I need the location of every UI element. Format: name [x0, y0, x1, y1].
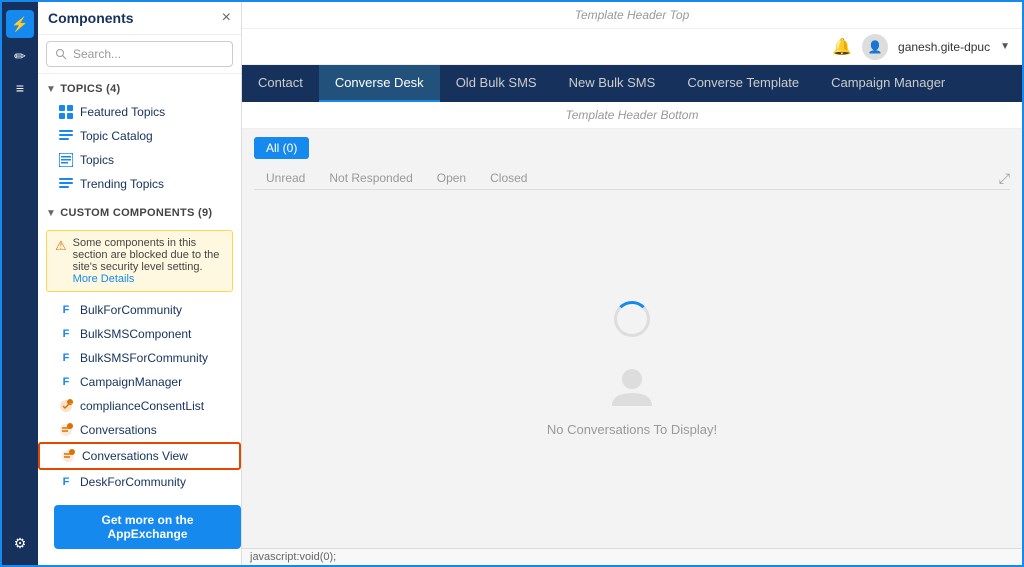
gear-icon: ⚙ — [14, 535, 27, 552]
campaign-manager-item[interactable]: F CampaignManager — [38, 370, 241, 394]
search-input[interactable] — [46, 41, 233, 67]
template-header-top: Template Header Top — [242, 2, 1022, 29]
search-box — [38, 35, 241, 74]
featured-topics-icon — [58, 104, 74, 120]
topic-catalog-label: Topic Catalog — [80, 129, 153, 143]
security-warning: ⚠ Some components in this section are bl… — [46, 230, 233, 292]
trending-topics-item[interactable]: Trending Topics — [38, 172, 241, 196]
top-nav: 🔔 👤 ganesh.gite-dpuc ▼ — [242, 29, 1022, 65]
bulk-sms-component-icon: F — [58, 326, 74, 342]
topics-icon — [58, 152, 74, 168]
conversations-icon — [58, 422, 74, 438]
lightning-icon-btn[interactable]: ⚡ — [6, 10, 34, 38]
bulk-sms-for-community-icon: F — [58, 350, 74, 366]
conversations-view-label: Conversations View — [82, 449, 188, 463]
filter-not-responded[interactable]: Not Responded — [317, 167, 424, 189]
content-toolbar: All (0) — [254, 137, 1010, 159]
edit-icon: ✏ — [14, 48, 26, 65]
user-avatar: 👤 — [862, 34, 888, 60]
bulk-sms-component-label: BulkSMSComponent — [80, 327, 191, 341]
custom-section-label: CUSTOM COMPONENTS (9) — [60, 207, 212, 219]
filter-open[interactable]: Open — [425, 167, 478, 189]
menu-icon-btn[interactable]: ≡ — [6, 74, 34, 102]
filter-unread[interactable]: Unread — [254, 167, 317, 189]
topics-section-header[interactable]: ▼ TOPICS (4) — [38, 78, 241, 100]
expand-icon[interactable]: ⤢ — [999, 170, 1010, 187]
trending-topics-icon — [58, 176, 74, 192]
bell-icon[interactable]: 🔔 — [832, 37, 852, 57]
status-bar: javascript:void(0); — [242, 548, 1022, 565]
person-icon — [607, 361, 657, 411]
warning-icon: ⚠ — [55, 238, 67, 285]
bulk-sms-for-community-label: BulkSMSForCommunity — [80, 351, 208, 365]
sidebar-icon-strip: ⚡ ✏ ≡ ⚙ — [2, 2, 38, 565]
topics-section-label: TOPICS (4) — [60, 83, 120, 95]
desk-for-community-icon: F — [58, 474, 74, 489]
tab-old-bulk-sms[interactable]: Old Bulk SMS — [440, 65, 553, 102]
compliance-consent-list-item[interactable]: → complianceConsentList — [38, 394, 241, 418]
compliance-consent-list-icon: → — [58, 398, 74, 414]
custom-section-header[interactable]: ▼ CUSTOM COMPONENTS (9) — [38, 202, 241, 224]
featured-topics-label: Featured Topics — [80, 105, 165, 119]
panel-title: Components — [48, 10, 134, 26]
bulk-for-community-item[interactable]: F BulkForCommunity — [38, 298, 241, 322]
empty-state-text: No Conversations To Display! — [547, 422, 717, 437]
conversations-view-icon — [60, 448, 76, 464]
featured-topics-item[interactable]: Featured Topics — [38, 100, 241, 124]
avatar-initials: 👤 — [868, 40, 883, 54]
topic-catalog-item[interactable]: Topic Catalog — [38, 124, 241, 148]
topics-chevron: ▼ — [46, 84, 56, 95]
topics-label: Topics — [80, 153, 114, 167]
tab-new-bulk-sms[interactable]: New Bulk SMS — [553, 65, 672, 102]
tab-campaign-manager[interactable]: Campaign Manager — [815, 65, 961, 102]
app-container: ⚡ ✏ ≡ ⚙ Components × ▼ TOPICS (4) — [0, 0, 1024, 567]
appexchange-section: Get more on the AppExchange — [38, 489, 241, 565]
conversations-view-item[interactable]: Conversations View — [38, 442, 241, 470]
lightning-icon: ⚡ — [11, 16, 28, 33]
loading-spinner — [614, 301, 650, 337]
gear-icon-btn[interactable]: ⚙ — [6, 529, 34, 557]
filter-closed[interactable]: Closed — [478, 167, 539, 189]
compliance-consent-list-label: complianceConsentList — [80, 399, 204, 413]
tab-navigation: Contact Converse Desk Old Bulk SMS New B… — [242, 65, 1022, 102]
tab-converse-desk[interactable]: Converse Desk — [319, 65, 440, 102]
filter-tabs: Unread Not Responded Open Closed ⤢ — [254, 167, 1010, 190]
bulk-sms-component-item[interactable]: F BulkSMSComponent — [38, 322, 241, 346]
custom-chevron: ▼ — [46, 208, 56, 219]
person-icon-container — [607, 361, 657, 414]
warning-text: Some components in this section are bloc… — [73, 237, 224, 285]
tab-converse-template[interactable]: Converse Template — [671, 65, 815, 102]
bulk-sms-for-community-item[interactable]: F BulkSMSForCommunity — [38, 346, 241, 370]
content-area: All (0) Unread Not Responded Open Closed… — [242, 129, 1022, 548]
campaign-manager-icon: F — [58, 374, 74, 390]
panel-header: Components × — [38, 2, 241, 35]
status-text: javascript:void(0); — [250, 551, 336, 563]
desk-for-community-label: DeskForCommunity — [80, 475, 186, 489]
bulk-for-community-icon: F — [58, 302, 74, 318]
menu-icon: ≡ — [16, 80, 24, 96]
topic-catalog-icon — [58, 128, 74, 144]
nav-icons: 🔔 👤 ganesh.gite-dpuc ▼ — [832, 34, 1010, 60]
more-details-link[interactable]: More Details — [73, 273, 135, 285]
username-label[interactable]: ganesh.gite-dpuc — [898, 40, 990, 54]
tab-contact[interactable]: Contact — [242, 65, 319, 102]
svg-text:→: → — [69, 400, 73, 405]
bulk-for-community-label: BulkForCommunity — [80, 303, 182, 317]
topics-item[interactable]: Topics — [38, 148, 241, 172]
main-content: Template Header Top 🔔 👤 ganesh.gite-dpuc… — [242, 2, 1022, 565]
panel-content: ▼ TOPICS (4) Featured Topics Topic Catal… — [38, 74, 241, 489]
trending-topics-label: Trending Topics — [80, 177, 164, 191]
conversations-label: Conversations — [80, 423, 157, 437]
user-dropdown-arrow[interactable]: ▼ — [1000, 41, 1010, 52]
panel-close-button[interactable]: × — [222, 10, 231, 26]
empty-state: No Conversations To Display! — [254, 198, 1010, 540]
components-panel: Components × ▼ TOPICS (4) Featured Topic… — [38, 2, 242, 565]
appexchange-button[interactable]: Get more on the AppExchange — [54, 505, 241, 549]
all-conversations-btn[interactable]: All (0) — [254, 137, 309, 159]
edit-icon-btn[interactable]: ✏ — [6, 42, 34, 70]
conversations-item[interactable]: Conversations — [38, 418, 241, 442]
template-header-bottom: Template Header Bottom — [242, 102, 1022, 129]
desk-for-community-item[interactable]: F DeskForCommunity — [38, 470, 241, 489]
campaign-manager-label: CampaignManager — [80, 375, 182, 389]
